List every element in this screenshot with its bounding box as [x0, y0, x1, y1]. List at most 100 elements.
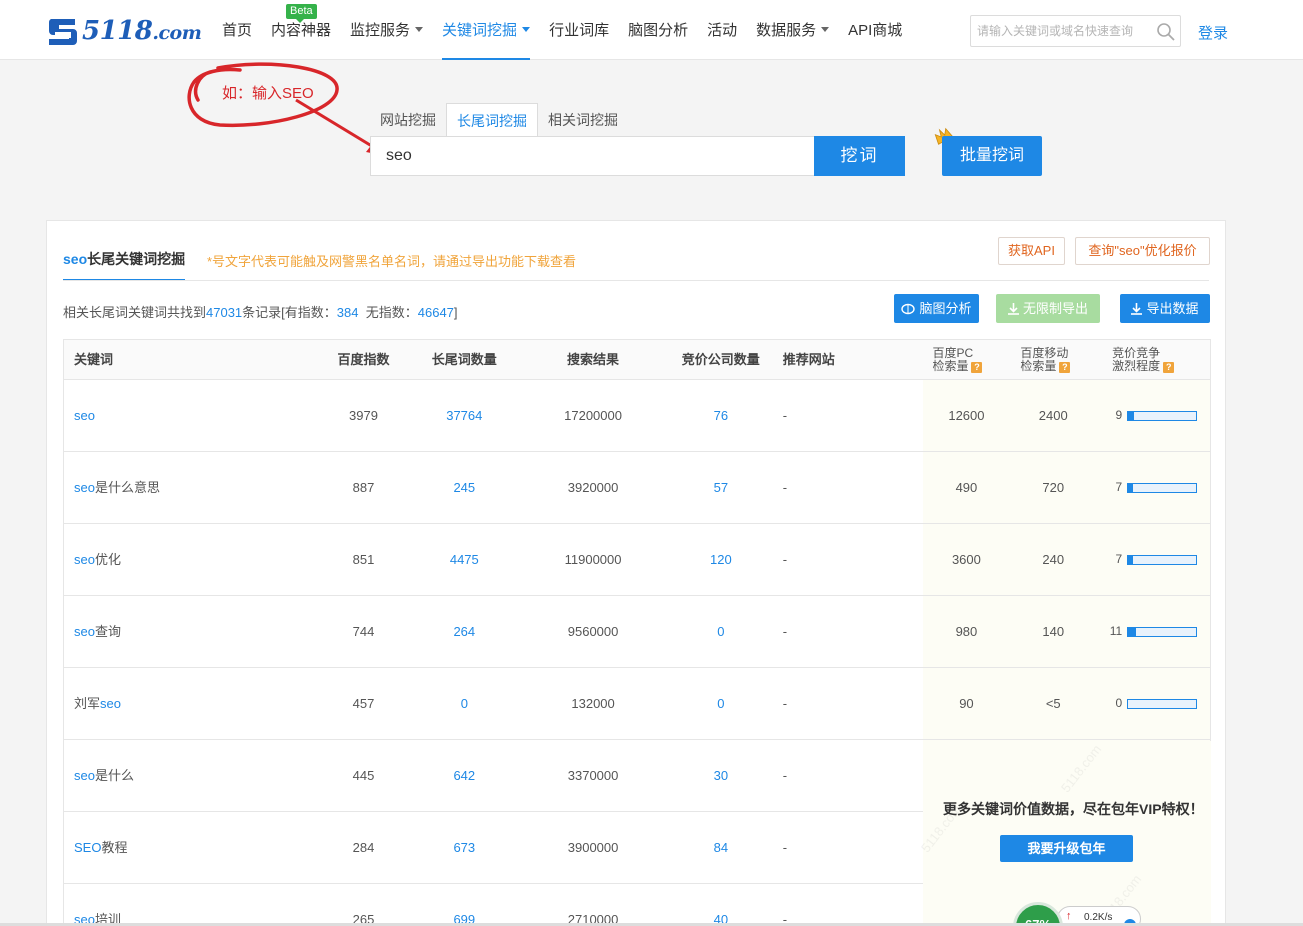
bid-companies-link[interactable]: 57	[667, 452, 775, 523]
nav-monitor-service[interactable]: 监控服务	[350, 0, 424, 60]
search-results-cell: 2710000	[567, 912, 619, 926]
get-api-button[interactable]: 获取API	[998, 237, 1065, 265]
quick-search-input[interactable]	[971, 16, 1151, 46]
longtail-count-link[interactable]: 245	[409, 452, 519, 523]
pc-volume-cell: 12600	[948, 408, 985, 423]
chevron-down-icon	[415, 26, 424, 32]
longtail-count-link[interactable]: 0	[409, 668, 519, 739]
login-link[interactable]: 登录	[1198, 22, 1228, 43]
pc-volume-cell: 490	[955, 480, 978, 495]
keyword-link[interactable]: SEO教程	[74, 840, 127, 855]
competition-meter: 0	[1104, 668, 1210, 739]
nav-mindmap-analysis[interactable]: 脑图分析	[628, 0, 688, 60]
bid-companies-link[interactable]: 0	[667, 596, 775, 667]
table-row: seo 3979 37764 17200000 76- 12600 2400 9	[64, 380, 1210, 452]
nav-industry-lexicon[interactable]: 行业词库	[549, 0, 609, 60]
competition-bar	[1127, 626, 1198, 637]
competition-meter: 7	[1104, 524, 1210, 595]
recommended-site-cell: -	[782, 768, 788, 783]
competition-value: 7	[1115, 552, 1123, 566]
tab-related-mining[interactable]: 相关词挖掘	[538, 103, 628, 137]
nav-content-tool[interactable]: Beta 内容神器	[271, 0, 331, 60]
competition-cell: 7	[1096, 452, 1210, 523]
nav-keyword-mining[interactable]: 关键词挖掘	[442, 0, 531, 60]
keyword-link[interactable]: seo查询	[74, 624, 121, 639]
header-mobile-volume: 百度移动 检索量?	[1020, 346, 1071, 373]
header-bid-companies: 竞价公司数量	[681, 352, 760, 367]
nav-home[interactable]: 首页	[222, 0, 252, 60]
beta-badge: Beta	[286, 4, 317, 23]
baidu-index-cell: 3979	[349, 408, 378, 423]
bid-companies-link[interactable]: 84	[667, 812, 775, 883]
export-data-button[interactable]: 导出数据	[1120, 294, 1210, 323]
longtail-count-link[interactable]: 699	[409, 884, 519, 926]
bid-companies-link[interactable]: 76	[667, 380, 775, 451]
vip-upsell-overlay: 5118.com 5118.com 5118.com 更多关键词价值数据，尽在包…	[918, 741, 1211, 926]
pc-volume-cell: 90	[959, 696, 974, 711]
search-tabs: 网站挖掘 长尾词挖掘 相关词挖掘	[370, 103, 628, 138]
dig-button[interactable]: 挖词	[814, 136, 905, 176]
help-icon[interactable]: ?	[1059, 362, 1071, 373]
competition-meter: 9	[1104, 380, 1210, 451]
keyword-link[interactable]: seo	[74, 408, 95, 423]
competition-cell: 9	[1096, 380, 1210, 451]
nav-events[interactable]: 活动	[707, 0, 737, 60]
baidu-index-cell: 744	[352, 624, 375, 639]
keyword-search-box	[370, 136, 815, 176]
competition-value: 11	[1109, 624, 1123, 638]
tab-site-mining[interactable]: 网站挖掘	[370, 103, 446, 137]
competition-value: 7	[1115, 480, 1123, 494]
keyword-link[interactable]: seo是什么	[74, 768, 134, 783]
competition-cell: 11	[1096, 596, 1210, 667]
header-pc-volume: 百度PC 检索量?	[922, 340, 1010, 379]
main-nav: 首页 Beta 内容神器 监控服务 关键词挖掘 行业词库 脑图分析 活动 数据服…	[222, 0, 921, 60]
bid-companies-link[interactable]: 120	[667, 524, 775, 595]
recommended-site-cell: -	[782, 696, 788, 711]
search-icon[interactable]	[1156, 22, 1176, 42]
keyword-search-input[interactable]	[371, 137, 814, 175]
chevron-down-icon	[821, 26, 830, 32]
mindmap-button[interactable]: 脑图分析	[894, 294, 979, 323]
competition-bar	[1127, 698, 1198, 709]
tab-longtail-mining[interactable]: 长尾词挖掘	[446, 103, 538, 138]
seo-quote-button[interactable]: 查询"seo"优化报价	[1075, 237, 1210, 265]
longtail-count-link[interactable]: 37764	[409, 380, 519, 451]
panel-title: seo长尾关键词挖掘	[63, 249, 186, 281]
keyword-cell: SEO教程	[64, 812, 318, 883]
logo-mark-icon	[48, 19, 77, 45]
batch-dig-button[interactable]: 批量挖词	[942, 136, 1042, 176]
download-icon	[1007, 302, 1019, 315]
bid-companies-link[interactable]: 40	[667, 884, 775, 926]
baidu-index-cell: 851	[352, 552, 375, 567]
longtail-count-link[interactable]: 4475	[409, 524, 519, 595]
keyword-link[interactable]: seo优化	[74, 552, 121, 567]
longtail-count-link[interactable]: 673	[409, 812, 519, 883]
table-row: seo是什么意思 887 245 3920000 57- 490 720 7	[64, 452, 1210, 524]
nav-api-store[interactable]: API商城	[848, 0, 902, 60]
bid-companies-link[interactable]: 0	[667, 668, 775, 739]
competition-value: 9	[1115, 408, 1123, 422]
recommended-site-cell: -	[782, 624, 788, 639]
longtail-count-link[interactable]: 264	[409, 596, 519, 667]
keyword-cell: seo	[64, 380, 318, 451]
longtail-count-link[interactable]: 642	[409, 740, 519, 811]
blacklist-notice: *号文字代表可能触及网警黑名单名词，请通过导出功能下载查看	[207, 254, 577, 269]
upgrade-vip-button[interactable]: 我要升级包年	[1000, 835, 1133, 862]
recommended-site-cell: -	[782, 480, 788, 495]
site-logo[interactable]: 5118.com	[45, 14, 202, 48]
keyword-link[interactable]: seo是什么意思	[74, 480, 160, 495]
help-icon[interactable]: ?	[971, 362, 983, 373]
search-results-cell: 3370000	[567, 768, 619, 783]
nav-data-service[interactable]: 数据服务	[756, 0, 830, 60]
keyword-link[interactable]: 刘军seo	[74, 696, 121, 711]
search-results-cell: 11900000	[564, 552, 622, 567]
competition-bar-fill	[1128, 555, 1133, 564]
annotation-text: 如：输入SEO	[222, 85, 314, 102]
competition-cell: 7	[1096, 524, 1210, 595]
competition-bar	[1127, 482, 1198, 493]
unlimited-export-button[interactable]: 无限制导出	[996, 294, 1100, 323]
upload-arrow-icon: ↑	[1066, 910, 1072, 922]
bid-companies-link[interactable]: 30	[667, 740, 775, 811]
help-icon[interactable]: ?	[1163, 362, 1175, 373]
recommended-site-cell: -	[782, 912, 788, 926]
